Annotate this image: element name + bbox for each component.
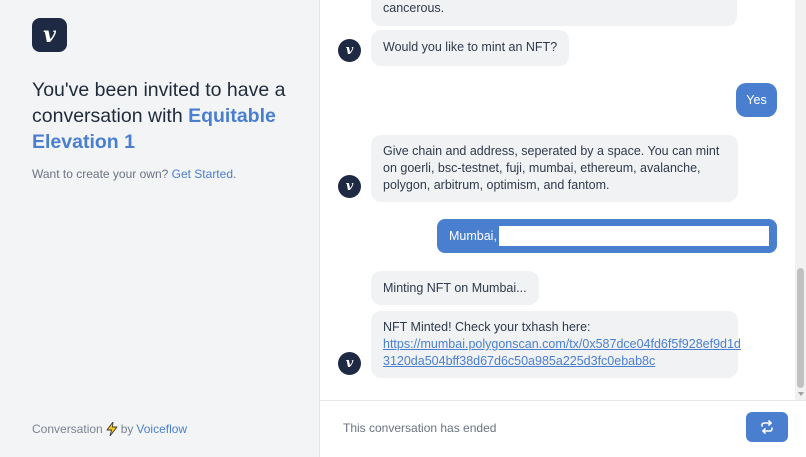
voiceflow-logo-icon: v bbox=[32, 18, 67, 52]
user-message: Yes bbox=[736, 83, 777, 117]
chat-panel: cancerous. v Would you like to mint an N… bbox=[320, 0, 806, 457]
bolt-icon bbox=[106, 422, 118, 436]
chat-transcript[interactable]: cancerous. v Would you like to mint an N… bbox=[320, 0, 796, 400]
restart-button[interactable] bbox=[746, 412, 788, 442]
bot-avatar: v bbox=[338, 39, 361, 62]
chat-scrollbar[interactable] bbox=[795, 0, 806, 400]
bot-message: NFT Minted! Check your txhash here: http… bbox=[371, 311, 741, 378]
footer-label: Conversation bbox=[32, 422, 103, 436]
bot-message: cancerous. bbox=[371, 0, 737, 26]
bot-message: Give chain and address, seperated by a s… bbox=[371, 135, 738, 202]
bot-message: Would you like to mint an NFT? bbox=[371, 30, 570, 66]
sidebar: v You've been invited to have a conversa… bbox=[0, 0, 320, 457]
invite-heading: You've been invited to have a conversati… bbox=[32, 77, 302, 155]
conversation-ended-text: This conversation has ended bbox=[343, 421, 497, 435]
bot-message: Minting NFT on Mumbai... bbox=[371, 271, 539, 305]
footer-by: by bbox=[120, 422, 134, 436]
user-input-field[interactable] bbox=[498, 226, 769, 246]
txhash-link[interactable]: https://mumbai.polygonscan.com/tx/0x587d… bbox=[383, 337, 741, 368]
bot-avatar: v bbox=[338, 175, 361, 198]
user-input-message: Mumbai, bbox=[437, 219, 777, 253]
create-own-text: Want to create your own? Get Started. bbox=[32, 167, 236, 181]
get-started-link[interactable]: Get Started bbox=[172, 167, 233, 181]
voiceflow-link[interactable]: Voiceflow bbox=[136, 422, 187, 436]
bot-avatar: v bbox=[338, 352, 361, 375]
powered-by-footer: Conversation by Voiceflow bbox=[32, 422, 187, 436]
create-suffix: . bbox=[233, 167, 237, 181]
scrollbar-thumb[interactable] bbox=[797, 268, 804, 388]
divider bbox=[320, 400, 806, 401]
create-prefix: Want to create your own? bbox=[32, 167, 172, 181]
scroll-down-arrow-icon[interactable] bbox=[798, 392, 804, 396]
refresh-icon bbox=[761, 420, 773, 434]
user-input-label: Mumbai, bbox=[449, 229, 497, 243]
